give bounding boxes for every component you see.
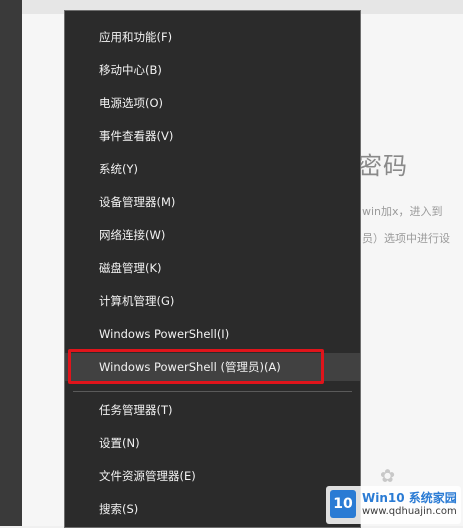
menu-item-system[interactable]: 系统(Y) xyxy=(65,155,360,183)
menu-item-mobility-center[interactable]: 移动中心(B) xyxy=(65,56,360,84)
menu-item-powershell[interactable]: Windows PowerShell(I) xyxy=(65,320,360,348)
menu-item-device-manager[interactable]: 设备管理器(M) xyxy=(65,188,360,216)
menu-item-computer-management[interactable]: 计算机管理(G) xyxy=(65,287,360,315)
highlight-annotation-box xyxy=(68,349,324,384)
background-text-line: 员）选项中进行设 xyxy=(362,232,450,245)
menu-item-disk-management[interactable]: 磁盘管理(K) xyxy=(65,254,360,282)
menu-item-search[interactable]: 搜索(S) xyxy=(65,495,360,523)
menu-item-file-explorer[interactable]: 文件资源管理器(E) xyxy=(65,462,360,490)
background-text-line: win加x，进入到 xyxy=(362,205,443,218)
menu-item-event-viewer[interactable]: 事件查看器(V) xyxy=(65,122,360,150)
menu-item-task-manager[interactable]: 任务管理器(T) xyxy=(65,396,360,424)
watermark-title: Win10 系统家园 xyxy=(362,491,457,505)
menu-item-power-options[interactable]: 电源选项(O) xyxy=(65,89,360,117)
menu-item-apps-and-features[interactable]: 应用和功能(F) xyxy=(65,23,360,51)
menu-item-network-connections[interactable]: 网络连接(W) xyxy=(65,221,360,249)
paw-watermark-icon: ✿ xyxy=(380,466,396,487)
menu-separator xyxy=(73,391,352,392)
menu-item-settings[interactable]: 设置(N) xyxy=(65,429,360,457)
win10-logo-icon: 10 xyxy=(330,490,356,518)
background-heading: 密码 xyxy=(358,152,408,180)
site-watermark-logo: 10 Win10 系统家园 www.qdhuajin.com xyxy=(326,486,461,524)
background-left-edge xyxy=(0,0,22,526)
winx-context-menu: 应用和功能(F) 移动中心(B) 电源选项(O) 事件查看器(V) 系统(Y) … xyxy=(64,10,361,528)
watermark-url: www.qdhuajin.com xyxy=(362,506,457,517)
